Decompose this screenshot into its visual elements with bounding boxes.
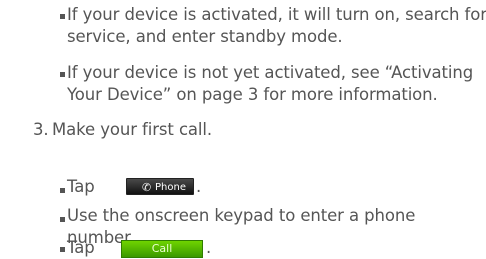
keypad-line-1: Use the onscreen keypad to enter a phone bbox=[67, 206, 416, 225]
bullet-2-line-1: If your device is not yet activated, see… bbox=[67, 63, 474, 82]
bullet-marker bbox=[60, 217, 65, 222]
bullet-marker bbox=[60, 72, 65, 77]
step-text: Make your first call. bbox=[52, 120, 213, 139]
tap-call-text: Tap bbox=[67, 238, 95, 257]
phone-handset-icon: ✆ bbox=[142, 181, 152, 194]
call-button[interactable]: Call bbox=[121, 240, 203, 258]
phone-button-label: Phone bbox=[155, 182, 186, 193]
bullet-1-line-1: If your device is activated, it will tur… bbox=[67, 5, 486, 24]
tap-phone-text: Tap bbox=[67, 177, 95, 196]
bullet-2-line-2: Your Device” on page 3 for more informat… bbox=[67, 85, 438, 104]
bullet-marker bbox=[60, 188, 65, 193]
bullet-marker bbox=[60, 14, 65, 19]
bullet-marker bbox=[60, 247, 65, 252]
phone-button[interactable]: ✆ Phone bbox=[126, 178, 194, 195]
step-number: 3. bbox=[33, 120, 49, 139]
tap-phone-period: . bbox=[196, 177, 202, 196]
tap-call-period: . bbox=[206, 238, 212, 257]
bullet-1-line-2: service, and enter standby mode. bbox=[67, 27, 343, 46]
